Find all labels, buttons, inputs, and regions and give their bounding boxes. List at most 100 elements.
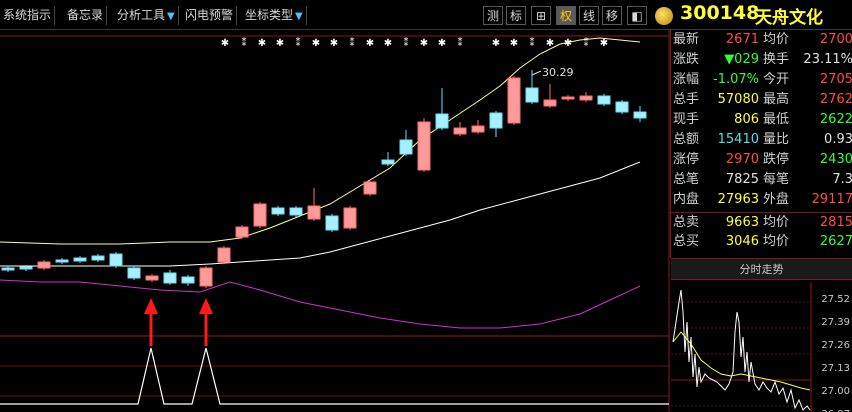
ma-line-indicator [0, 279, 641, 329]
candle-body [307, 205, 321, 220]
candle-body [217, 247, 231, 263]
quote-label: 跌停 [763, 152, 790, 167]
candle-body [543, 99, 557, 107]
candle-body [399, 139, 413, 155]
quote-value: 3046 [725, 234, 759, 249]
intraday-price-tick: 27.26 [821, 340, 850, 351]
quote-label: 最低 [763, 112, 790, 127]
dropdown-arrow-icon: ▼ [167, 11, 175, 22]
signal-star-mark: ✱ [492, 38, 500, 49]
dropdown-arrow-icon: ▼ [295, 11, 303, 22]
candle-body [489, 112, 503, 129]
intraday-price-tick: 27.13 [821, 363, 850, 374]
intraday-title-tab[interactable]: 分时走势 [671, 258, 852, 280]
analysis-tools-button[interactable]: 分析工具 ▼ [114, 6, 179, 25]
quote-row: 现手 806 最低 2622 [671, 110, 852, 130]
grid-button[interactable]: ⊞ [531, 6, 551, 25]
candle-body [633, 111, 647, 119]
signal-star-mark: ✱ [312, 38, 320, 49]
quote-value: 2627 [819, 234, 852, 249]
signal-star-mark: ✱ [510, 38, 518, 49]
quote-value: 2705 [819, 72, 852, 87]
quote-label: 均价 [763, 234, 790, 249]
candlesticks [1, 70, 647, 288]
quote-label: 均价 [763, 215, 790, 230]
stock-name: 天舟文化 [755, 8, 823, 28]
candle-body [363, 181, 377, 195]
signal-star-mark: ✱ [330, 38, 338, 49]
memo-button[interactable]: 备忘录 [64, 6, 108, 25]
signal-star-mark: ✱ [420, 38, 428, 49]
candle-body [289, 207, 303, 216]
candle-body [271, 207, 285, 215]
quote-label: 涨幅 [673, 72, 700, 87]
quote-label: 最高 [763, 92, 790, 107]
quote-label: 涨跌 [673, 52, 700, 67]
quote-label: 最新 [673, 32, 700, 47]
candle-body [597, 95, 611, 105]
signal-star-mark: ⁑ [530, 36, 535, 49]
layout-button[interactable]: ◧ [627, 6, 647, 25]
signal-marks: ✱ ⁑ ✱ ✱ ⁑ ✱ ✱ ⁑ ✱ ✱ ⁑ ✱ ✱ ⁑ ✱ ✱ ⁑ ✱ ✱ ⁑ ✱ [221, 36, 608, 49]
flash-alert-button[interactable]: 闪电预警 [182, 6, 238, 25]
quote-row: 内盘 27963 外盘 29117 [671, 190, 852, 210]
quote-label: 总额 [673, 132, 700, 147]
candle-body [55, 259, 69, 263]
quote-label: 总买 [673, 234, 700, 249]
quote-value: 27963 [717, 192, 759, 207]
candle-body [343, 207, 357, 229]
stock-code: 300148 [680, 2, 760, 24]
quote-value: 23.11% [803, 52, 852, 67]
high-price-label: 30.29 [542, 66, 574, 79]
signal-star-mark: ✱ [600, 38, 608, 49]
intraday-avg-line [672, 331, 811, 391]
quote-value: 0.93 [824, 132, 852, 147]
high-annotation-line [531, 70, 542, 76]
intraday-chart[interactable]: 27.5227.3927.2627.1327.0026.87 [671, 282, 852, 412]
signal-star-mark: ⁑ [404, 36, 409, 49]
candle-body [525, 87, 539, 103]
move-button[interactable]: 移 [602, 6, 622, 25]
quote-value: 7825 [725, 172, 759, 187]
quote-value: 2970 [725, 152, 759, 167]
intraday-price-tick: 27.39 [821, 317, 850, 328]
rights-adjust-button[interactable]: 权 [556, 6, 576, 25]
quote-value: 7.3 [832, 172, 852, 187]
signal-star-mark: ✱ [384, 38, 392, 49]
quote-label: 现手 [673, 112, 700, 127]
candle-body [615, 101, 629, 113]
signal-star-mark: ✱ [564, 38, 572, 49]
candle-body [19, 266, 33, 270]
candle-body [73, 257, 87, 262]
quote-label: 总笔 [673, 172, 700, 187]
line-button[interactable]: 线 [579, 6, 599, 25]
candle-body [325, 215, 339, 231]
stock-logo-icon [655, 7, 673, 25]
quote-value: 2815 [819, 215, 852, 230]
quote-row: 总笔 7825 每笔 7.3 [671, 170, 852, 190]
candle-body [91, 255, 105, 261]
quote-label: 内盘 [673, 192, 700, 207]
quote-value: 57080 [717, 92, 759, 107]
candle-body [127, 267, 141, 279]
candle-body [145, 275, 159, 281]
quote-label: 量比 [763, 132, 790, 147]
mark-button[interactable]: 标 [506, 6, 526, 25]
signal-star-mark: ⁑ [296, 36, 301, 49]
candle-body [253, 203, 267, 227]
candle-body [471, 125, 485, 133]
candle-body [181, 276, 195, 284]
moving-average-lines [0, 37, 641, 329]
signal-star-mark: ⁑ [242, 36, 247, 49]
candle-body [579, 95, 593, 101]
axis-type-button[interactable]: 坐标类型 ▼ [242, 6, 307, 25]
candle-body [561, 96, 575, 100]
system-indicator-button[interactable]: 系统指示 [0, 6, 56, 25]
quote-row: 总买 3046 均价 2627 [671, 232, 852, 252]
measure-button[interactable]: 测 [483, 6, 503, 25]
candle-body [235, 226, 249, 238]
candle-body [507, 77, 521, 124]
kline-chart[interactable]: ✱ ⁑ ✱ ✱ ⁑ ✱ ✱ ⁑ ✱ ✱ ⁑ ✱ ✱ ⁑ ✱ ✱ ⁑ ✱ ✱ ⁑ ✱ 30.29 [0, 30, 670, 412]
signal-star-mark: ⁑ [458, 36, 463, 49]
quote-value: 2622 [819, 112, 852, 127]
